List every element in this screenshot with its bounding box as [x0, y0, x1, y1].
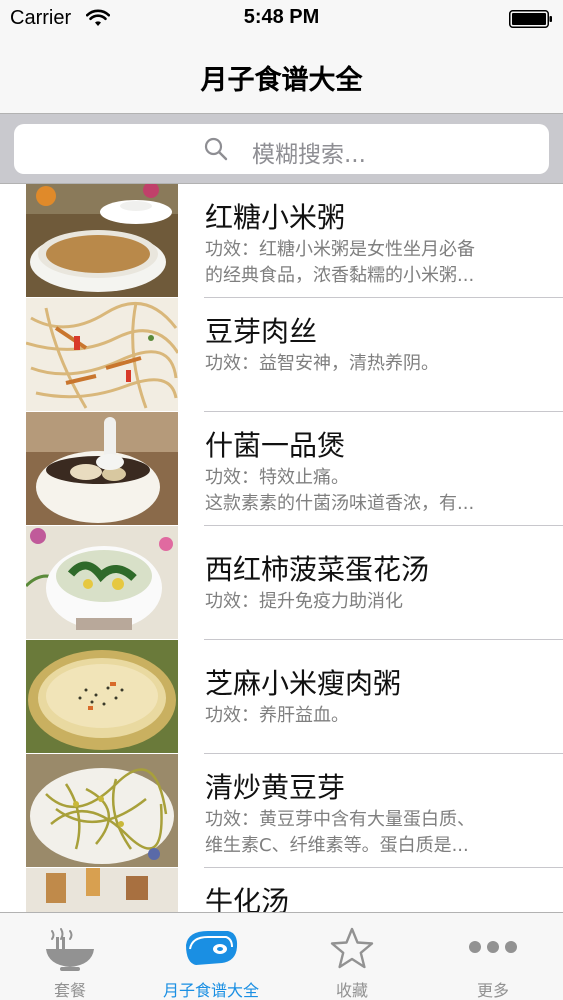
- recipe-thumbnail: [26, 526, 178, 639]
- recipe-title: 芝麻小米瘦肉粥: [205, 667, 402, 700]
- recipe-row[interactable]: 清炒黄豆芽 功效：黄豆芽中含有大量蛋白质、 维生素C、纤维素等。蛋白质是...: [0, 754, 563, 868]
- star-icon: [330, 927, 374, 969]
- description-line: 维生素C、纤维素等。蛋白质是...: [205, 835, 469, 856]
- description-line: 的经典食品，浓香黏糯的小米粥...: [205, 265, 475, 286]
- meat-icon: [186, 931, 238, 965]
- recipe-description: 功效：黄豆芽中含有大量蛋白质、 维生素C、纤维素等。蛋白质是...: [205, 807, 530, 859]
- recipe-thumbnail: [26, 298, 178, 411]
- tab-package[interactable]: 套餐: [0, 913, 140, 1000]
- recipe-description: 功效：养肝益血。: [205, 703, 530, 729]
- recipe-description: 功效：益智安神，清热养阴。: [205, 351, 530, 377]
- recipe-title: 清炒黄豆芽: [205, 771, 346, 804]
- status-bar: Carrier 5:48 PM: [0, 0, 563, 38]
- tab-recipes[interactable]: 月子食谱大全: [141, 913, 281, 1000]
- recipe-thumbnail: [26, 868, 178, 912]
- description-line: 功效：养肝益血。: [205, 705, 349, 726]
- recipe-title: 西红柿菠菜蛋花汤: [205, 553, 430, 586]
- tab-bar: 套餐 月子食谱大全 收藏 更多: [0, 912, 563, 1000]
- status-time: 5:48 PM: [243, 6, 320, 28]
- recipe-description: 功效：提升免疫力助消化: [205, 589, 530, 615]
- description-line: 功效：黄豆芽中含有大量蛋白质、: [205, 809, 475, 830]
- tab-more[interactable]: 更多: [423, 913, 563, 1000]
- recipe-description: 功效：特效止痛。 这款素素的什菌汤味道香浓，有...: [205, 465, 530, 517]
- recipe-row[interactable]: 西红柿菠菜蛋花汤 功效：提升免疫力助消化: [0, 526, 563, 640]
- recipe-row[interactable]: 牛化汤: [0, 868, 563, 912]
- recipe-row[interactable]: 什菌一品煲 功效：特效止痛。 这款素素的什菌汤味道香浓，有...: [0, 412, 563, 526]
- tab-label: 月子食谱大全: [162, 981, 259, 1000]
- recipe-row[interactable]: 红糖小米粥 功效：红糖小米粥是女性坐月必备 的经典食品，浓香黏糯的小米粥...: [0, 184, 563, 298]
- recipe-thumbnail: [26, 754, 178, 867]
- recipe-thumbnail: [26, 412, 178, 525]
- recipe-row[interactable]: 豆芽肉丝 功效：益智安神，清热养阴。: [0, 298, 563, 412]
- recipe-title: 什菌一品煲: [205, 429, 346, 462]
- search-placeholder: 模糊搜索...: [252, 142, 366, 168]
- recipe-row[interactable]: 芝麻小米瘦肉粥 功效：养肝益血。: [0, 640, 563, 754]
- description-line: 功效：特效止痛。: [205, 467, 349, 488]
- search-icon: [204, 137, 228, 161]
- battery-icon: [509, 10, 552, 28]
- navigation-bar: 月子食谱大全: [0, 38, 563, 114]
- tab-label: 更多: [476, 981, 509, 1000]
- tab-favorites[interactable]: 收藏: [282, 913, 422, 1000]
- recipe-title: 牛化汤: [205, 885, 290, 912]
- more-icon: [469, 941, 517, 953]
- description-line: 功效：益智安神，清热养阴。: [205, 353, 439, 374]
- tab-label: 套餐: [53, 981, 86, 1000]
- description-line: 功效：红糖小米粥是女性坐月必备: [205, 239, 475, 260]
- search-input[interactable]: 模糊搜索...: [14, 124, 549, 174]
- recipe-title: 红糖小米粥: [205, 201, 346, 234]
- bowl-icon: [46, 928, 94, 971]
- tab-label: 收藏: [335, 981, 368, 1000]
- description-line: 功效：提升免疫力助消化: [205, 591, 403, 612]
- recipe-thumbnail: [26, 640, 178, 753]
- recipe-thumbnail: [26, 184, 178, 297]
- recipe-description: 功效：红糖小米粥是女性坐月必备 的经典食品，浓香黏糯的小米粥...: [205, 237, 530, 289]
- page-title: 月子食谱大全: [200, 65, 363, 96]
- description-line: 这款素素的什菌汤味道香浓，有...: [205, 493, 475, 514]
- search-bar: 模糊搜索...: [0, 114, 563, 184]
- recipe-list[interactable]: 红糖小米粥 功效：红糖小米粥是女性坐月必备 的经典食品，浓香黏糯的小米粥...: [0, 184, 563, 912]
- recipe-title: 豆芽肉丝: [205, 315, 318, 348]
